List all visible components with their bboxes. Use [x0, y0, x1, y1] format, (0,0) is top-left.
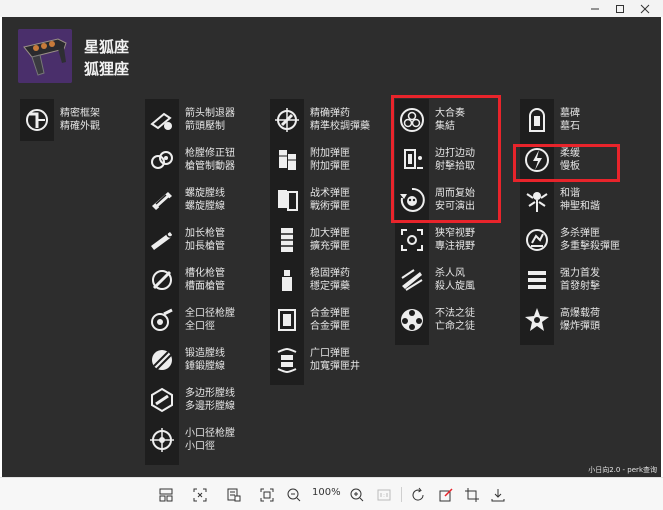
- flared-magwell-icon: [270, 343, 304, 377]
- weapon-thumbnail: [18, 29, 72, 83]
- smallbore-icon: [145, 423, 179, 457]
- extended-barrel-icon: [145, 223, 179, 257]
- title-bar: [0, 0, 663, 17]
- minimize-icon[interactable]: [583, 0, 607, 17]
- outlaw-icon: [395, 303, 429, 337]
- hammer-forged-icon: [145, 343, 179, 377]
- accurized-rounds-icon: [270, 103, 304, 137]
- image-canvas: 星狐座 狐狸座 精密框架 精確外觀 箭头制退器 箭頭壓制 枪膛修正钮 槍管制動器…: [2, 17, 661, 477]
- arrowhead-brake-icon: [145, 103, 179, 137]
- highlight-box-tempered: [513, 144, 620, 182]
- explosive-payload-icon: [520, 303, 554, 337]
- zoom-in-icon[interactable]: [347, 485, 367, 505]
- full-bore-icon: [145, 303, 179, 337]
- crop-frame-icon[interactable]: [257, 485, 277, 505]
- viewer-toolbar: 100%: [0, 477, 663, 510]
- download-icon[interactable]: [488, 485, 508, 505]
- opening-shot-icon: [520, 263, 554, 297]
- alloy-mag-icon: [270, 303, 304, 337]
- maximize-icon[interactable]: [608, 0, 632, 17]
- fit-screen-icon[interactable]: [190, 485, 210, 505]
- close-icon[interactable]: [633, 0, 657, 17]
- rotate-icon[interactable]: [408, 485, 428, 505]
- tactical-mag-icon: [270, 183, 304, 217]
- chambered-compensator-icon: [145, 263, 179, 297]
- highlight-box-trait1: [391, 95, 501, 223]
- harmony-icon: [520, 183, 554, 217]
- narrow-sight-icon: [395, 223, 429, 257]
- actual-size-icon[interactable]: [374, 485, 394, 505]
- fluted-barrel-icon: [145, 183, 179, 217]
- toolbar-separator: [401, 487, 402, 502]
- ocr-icon[interactable]: [224, 485, 244, 505]
- headstone-icon: [520, 103, 554, 137]
- muzzle-brake-icon: [145, 143, 179, 177]
- appended-mag-icon: [270, 143, 304, 177]
- killing-wind-icon: [395, 263, 429, 297]
- polygonal-rifling-icon: [145, 383, 179, 417]
- weapon-name: 星狐座: [84, 38, 130, 56]
- edit-icon[interactable]: [436, 485, 456, 505]
- frame-icon: [20, 103, 54, 137]
- thumbnails-icon[interactable]: [156, 485, 176, 505]
- multikill-clip-icon: [520, 223, 554, 257]
- zoom-level: 100%: [312, 487, 341, 498]
- steady-rounds-icon: [270, 263, 304, 297]
- weapon-name-traditional: 狐狸座: [84, 60, 130, 78]
- watermark: 小日向2.0 - perk查询: [588, 466, 657, 474]
- extended-mag-icon: [270, 223, 304, 257]
- zoom-out-icon[interactable]: [284, 485, 304, 505]
- crop-icon[interactable]: [462, 485, 482, 505]
